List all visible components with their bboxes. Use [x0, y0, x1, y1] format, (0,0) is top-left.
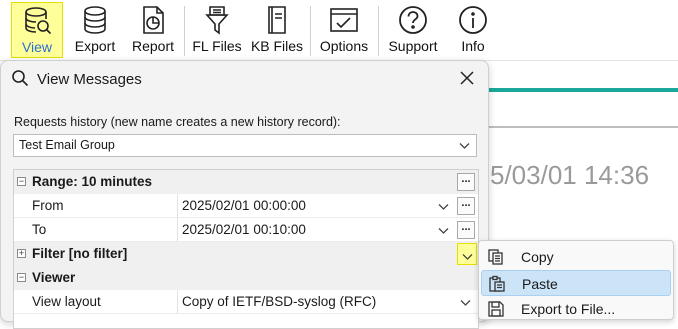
category-range[interactable]: − Range: 10 minutes ...: [14, 170, 478, 194]
context-menu: Copy Paste Export to File...: [478, 240, 674, 320]
expand-icon[interactable]: +: [17, 249, 26, 258]
filter-dropdown-button[interactable]: [457, 243, 477, 265]
support-button[interactable]: Support: [383, 2, 443, 58]
close-icon[interactable]: [459, 70, 475, 89]
kb-files-button-label: KB Files: [250, 38, 304, 54]
accent-bar: [486, 88, 678, 92]
category-filter[interactable]: + Filter [no filter]: [14, 242, 478, 266]
export-button-label: Export: [74, 38, 116, 54]
from-field[interactable]: 2025/02/01 00:00:00: [177, 194, 455, 218]
to-ellipsis-button[interactable]: ...: [457, 221, 475, 239]
options-button[interactable]: Options: [315, 2, 373, 58]
fl-files-button[interactable]: FL Files: [190, 2, 244, 58]
collapse-icon[interactable]: −: [17, 273, 26, 282]
toolbar-separator: [378, 6, 379, 56]
view-layout-field[interactable]: Copy of IETF/BSD-syslog (RFC): [177, 290, 477, 314]
menu-item-export-label: Export to File...: [521, 301, 616, 317]
fl-files-button-label: FL Files: [192, 38, 242, 54]
panel-title: View Messages: [37, 71, 142, 88]
chevron-down-icon[interactable]: [438, 224, 449, 239]
paste-icon: [488, 275, 506, 296]
history-label: Requests history (new name creates a new…: [14, 115, 341, 129]
property-view-layout: View layout Copy of IETF/BSD-syslog (RFC…: [14, 290, 478, 314]
category-viewer[interactable]: − Viewer: [14, 266, 478, 290]
history-value: Test Email Group: [19, 138, 115, 152]
save-disk-icon: [487, 300, 505, 321]
search-icon: [11, 69, 29, 90]
funnel-file-icon: [199, 2, 235, 38]
menu-item-export-to-file[interactable]: Export to File...: [481, 296, 671, 322]
support-button-label: Support: [388, 38, 438, 54]
view-button-label: View: [21, 39, 53, 55]
main-toolbar: View Export Report FL Files KB Files Opt…: [0, 0, 678, 61]
menu-item-paste[interactable]: Paste: [481, 270, 671, 296]
info-circle-icon: [455, 2, 491, 38]
view-layout-value: Copy of IETF/BSD-syslog (RFC): [182, 294, 377, 309]
category-range-label: Range: 10 minutes: [32, 174, 153, 189]
to-label: To: [32, 222, 47, 237]
export-button[interactable]: Export: [69, 2, 121, 58]
question-circle-icon: [395, 2, 431, 38]
info-button-label: Info: [461, 38, 485, 54]
background-date-text: 5/03/01 14:36: [490, 160, 650, 190]
view-messages-panel: View Messages Requests history (new name…: [0, 60, 489, 329]
collapse-icon[interactable]: −: [17, 177, 26, 186]
range-ellipsis-button[interactable]: ...: [457, 173, 475, 191]
property-to: To 2025/02/01 00:10:00 ...: [14, 218, 478, 242]
info-button[interactable]: Info: [449, 2, 497, 58]
menu-item-paste-label: Paste: [522, 276, 558, 292]
chevron-down-icon: [459, 139, 470, 154]
divider: [486, 126, 678, 128]
category-filter-label: Filter [no filter]: [32, 246, 128, 261]
from-value: 2025/02/01 00:00:00: [182, 198, 306, 213]
database-export-icon: [77, 2, 113, 38]
options-button-label: Options: [319, 38, 369, 54]
report-chart-icon: [135, 2, 171, 38]
category-viewer-label: Viewer: [32, 270, 76, 285]
chevron-down-icon: [462, 250, 473, 265]
report-button-label: Report: [131, 38, 175, 54]
toolbar-separator: [184, 6, 185, 56]
copy-icon: [487, 248, 505, 269]
property-from: From 2025/02/01 00:00:00 ...: [14, 194, 478, 218]
menu-item-copy-label: Copy: [521, 249, 554, 265]
from-ellipsis-button[interactable]: ...: [457, 197, 475, 215]
to-value: 2025/02/01 00:10:00: [182, 222, 306, 237]
kb-book-icon: [259, 2, 295, 38]
menu-item-copy[interactable]: Copy: [481, 244, 671, 270]
kb-files-button[interactable]: KB Files: [248, 2, 306, 58]
property-grid: − Range: 10 minutes ... From 2025/02/01 …: [13, 169, 479, 329]
view-button[interactable]: View: [11, 2, 63, 58]
report-button[interactable]: Report: [127, 2, 179, 58]
history-combobox[interactable]: Test Email Group: [13, 134, 477, 157]
view-layout-label: View layout: [32, 294, 101, 309]
to-field[interactable]: 2025/02/01 00:10:00: [177, 218, 455, 242]
options-window-icon: [326, 2, 362, 38]
chevron-down-icon[interactable]: [438, 200, 449, 215]
from-label: From: [32, 198, 64, 213]
database-search-icon: [19, 3, 55, 39]
chevron-down-icon[interactable]: [460, 296, 471, 311]
toolbar-separator: [310, 6, 311, 56]
